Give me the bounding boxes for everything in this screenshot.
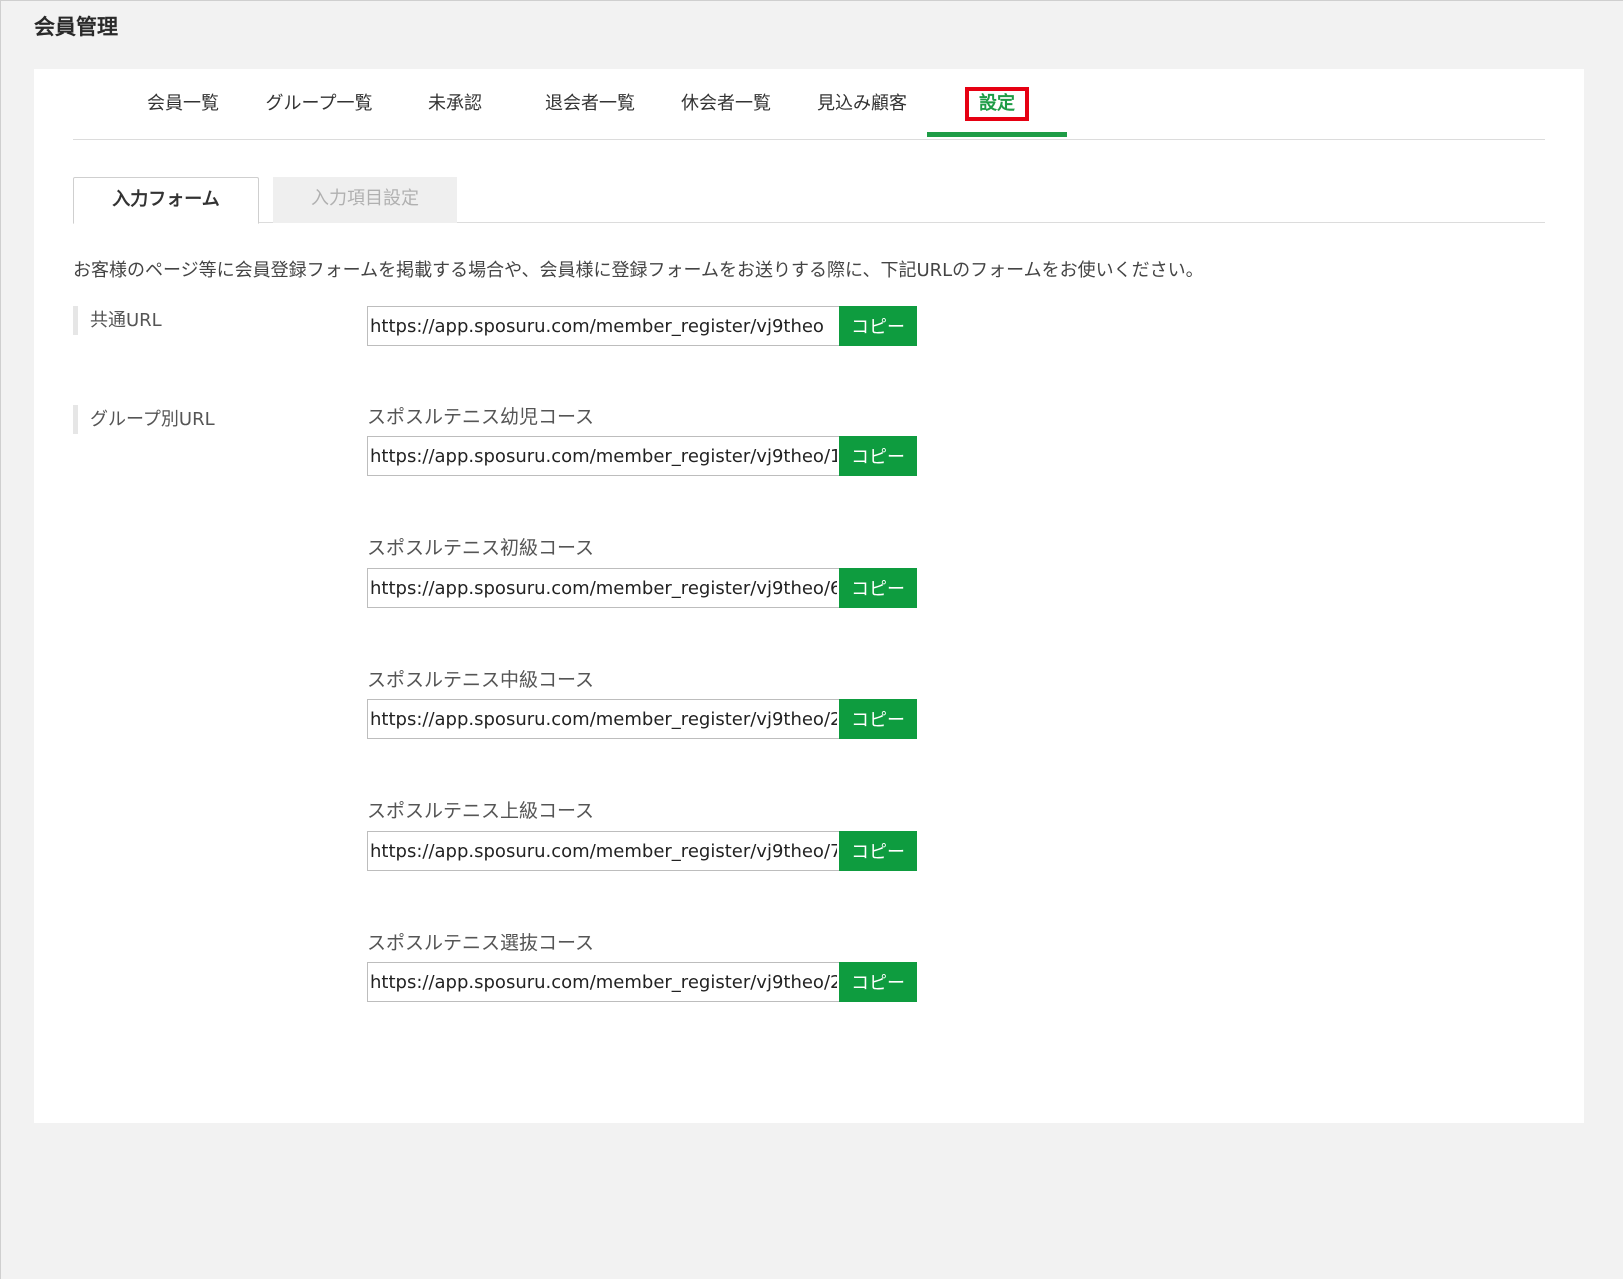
group-url-field: コピー [367, 831, 917, 871]
group-name: スポスルテニス中級コース [367, 669, 595, 691]
group-url-input[interactable] [367, 699, 839, 739]
group-name: スポスルテニス幼児コース [367, 406, 595, 428]
subtab-input-form[interactable]: 入力フォーム [73, 177, 259, 224]
tab-suspended-list[interactable]: 休会者一覧 [656, 91, 796, 117]
group-url-field: コピー [367, 962, 917, 1002]
group-url-input[interactable] [367, 831, 839, 871]
tab-group-list[interactable]: グループ一覧 [249, 91, 389, 117]
group-name: スポスルテニス選抜コース [367, 932, 595, 954]
group-url-input[interactable] [367, 436, 839, 476]
settings-card: 会員一覧 グループ一覧 未承認 退会者一覧 休会者一覧 見込み顧客 設定 入力フ… [34, 69, 1584, 1123]
group-url-label: グループ別URL [73, 405, 215, 434]
tab-label: 見込み顧客 [817, 93, 907, 114]
common-url-input[interactable] [367, 306, 839, 346]
tab-label: グループ一覧 [265, 93, 373, 114]
copy-button[interactable]: コピー [839, 962, 917, 1002]
tab-label: 休会者一覧 [681, 93, 771, 114]
copy-button[interactable]: コピー [839, 436, 917, 476]
copy-button[interactable]: コピー [839, 699, 917, 739]
tab-settings[interactable]: 設定 [927, 87, 1067, 121]
common-url-label: 共通URL [73, 306, 162, 335]
tab-member-list[interactable]: 会員一覧 [113, 91, 253, 117]
common-url-field: コピー [367, 306, 917, 346]
description-text: お客様のページ等に会員登録フォームを掲載する場合や、会員様に登録フォームをお送り… [73, 260, 1204, 281]
group-url-field: コピー [367, 699, 917, 739]
main-tabs: 会員一覧 グループ一覧 未承認 退会者一覧 休会者一覧 見込み顧客 設定 [73, 69, 1545, 140]
tab-prospects[interactable]: 見込み顧客 [792, 91, 932, 117]
copy-button[interactable]: コピー [839, 831, 917, 871]
tab-label: 会員一覧 [147, 93, 219, 114]
tab-label: 退会者一覧 [545, 93, 635, 114]
group-url-field: コピー [367, 568, 917, 608]
tab-withdrawn-list[interactable]: 退会者一覧 [520, 91, 660, 117]
group-url-input[interactable] [367, 568, 839, 608]
copy-button[interactable]: コピー [839, 568, 917, 608]
group-name: スポスルテニス初級コース [367, 537, 595, 559]
tab-unapproved[interactable]: 未承認 [385, 91, 525, 117]
subtab-field-settings[interactable]: 入力項目設定 [273, 177, 457, 223]
group-name: スポスルテニス上級コース [367, 800, 595, 822]
group-url-input[interactable] [367, 962, 839, 1002]
sub-tabs: 入力フォーム 入力項目設定 [73, 177, 1545, 224]
copy-button[interactable]: コピー [839, 306, 917, 346]
active-tab-indicator [927, 132, 1067, 137]
tab-label: 未承認 [428, 93, 482, 114]
group-url-field: コピー [367, 436, 917, 476]
tab-label: 設定 [965, 87, 1029, 121]
page-title: 会員管理 [34, 15, 118, 39]
